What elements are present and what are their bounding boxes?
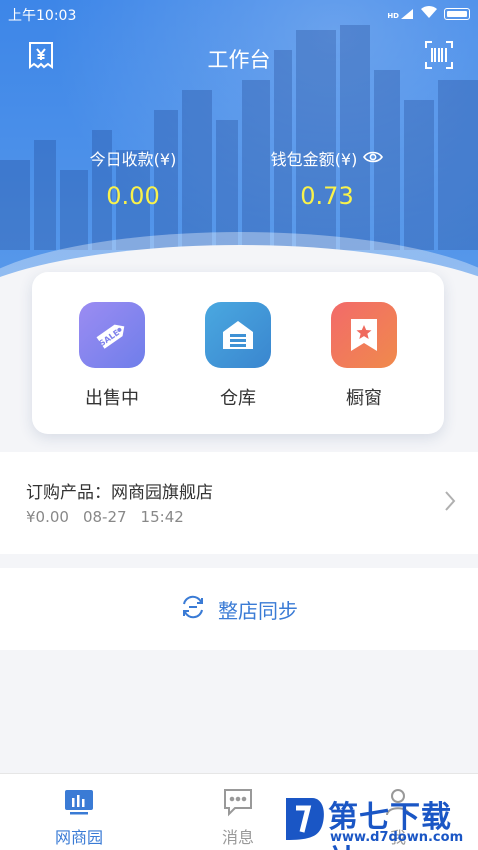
- chart-icon: [34, 786, 124, 818]
- warehouse-icon: [205, 302, 271, 368]
- sale-tag-icon: SALE: [79, 302, 145, 368]
- message-icon: [193, 786, 283, 818]
- barcode-scan-icon[interactable]: [424, 40, 454, 70]
- order-list-item[interactable]: 订购产品：网商园旗舰店 ¥0.00 08-27 15:42: [0, 452, 478, 554]
- tab-messages[interactable]: 消息: [193, 786, 283, 848]
- quick-actions-card: SALE 出售中 仓库 橱窗: [32, 272, 444, 434]
- quick-action-warehouse[interactable]: 仓库: [188, 302, 288, 410]
- quick-action-showcase[interactable]: 橱窗: [314, 302, 414, 410]
- page-title: 工作台: [207, 48, 271, 72]
- quick-action-label: 仓库: [220, 388, 256, 409]
- eye-icon[interactable]: [363, 149, 384, 168]
- sync-label: 整店同步: [218, 598, 298, 623]
- tab-label: 网商园: [54, 828, 103, 847]
- tab-wangshangyuan[interactable]: 网商园: [34, 786, 124, 848]
- showcase-bookmark-icon: [331, 302, 397, 368]
- order-time: 15:42: [140, 508, 184, 526]
- wallet-balance-label: 钱包金额(¥): [270, 150, 358, 169]
- today-income: 今日收款(¥) 0.00: [33, 146, 233, 210]
- sync-icon: [180, 594, 206, 625]
- wifi-icon: [420, 5, 438, 23]
- quick-action-label: 出售中: [85, 388, 139, 409]
- network-type: HD: [387, 12, 399, 20]
- order-amount: ¥0.00: [26, 508, 69, 526]
- status-icons: HD: [387, 5, 470, 23]
- today-income-value: 0.00: [106, 182, 160, 210]
- quick-action-label: 橱窗: [346, 388, 382, 409]
- wallet-balance[interactable]: 钱包金额(¥) 0.73: [227, 146, 427, 210]
- status-bar: 上午10:03 HD: [0, 0, 478, 28]
- today-income-label: 今日收款(¥): [89, 150, 177, 169]
- tab-label: 消息: [221, 828, 254, 847]
- status-time: 上午10:03: [8, 8, 77, 24]
- battery-icon: [444, 8, 470, 20]
- signal-icon: HD: [387, 8, 414, 20]
- chevron-right-icon: [444, 490, 456, 516]
- order-title: 订购产品：网商园旗舰店: [26, 483, 213, 503]
- watermark-url: www.d7down.com: [330, 830, 464, 845]
- site-watermark-logo: 第七下载站 www.d7down.com: [278, 790, 478, 850]
- order-meta: ¥0.00 08-27 15:42: [26, 508, 184, 526]
- sync-store-button[interactable]: 整店同步: [0, 568, 478, 650]
- order-date: 08-27: [82, 508, 127, 526]
- wallet-balance-value: 0.73: [300, 182, 354, 210]
- quick-action-on-sale[interactable]: SALE 出售中: [62, 302, 162, 410]
